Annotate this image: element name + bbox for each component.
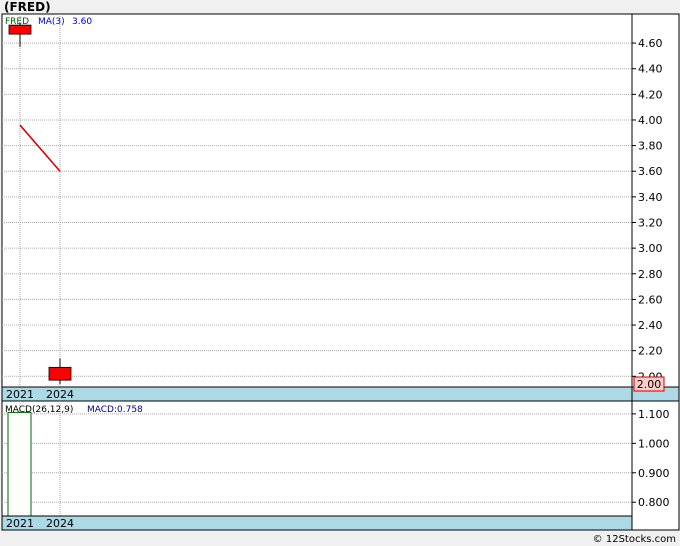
macd-plot-area: [1, 400, 633, 517]
price-tick-label: 2.80: [638, 268, 663, 281]
macd-panel: 1.100 1.000 0.900 0.800 MACD(26,12,9) MACD:0.…: [1, 400, 680, 531]
price-legend: FRED MA(3) 3.60: [5, 17, 92, 27]
macd-tick-label: 1.000: [638, 437, 670, 450]
macd-tick-label: 0.800: [638, 496, 670, 509]
macd-bar-2021: [7, 411, 32, 517]
price-tick-label: 4.60: [638, 37, 663, 50]
chart-canvas: 4.60 4.40 4.20 4.00 3.80 3.60 3.40 3.20 3.00 2.80…: [1, 13, 680, 531]
price-plot-area: [1, 13, 633, 388]
last-price-tag: 2.00: [633, 376, 665, 392]
price-tick-label: 4.20: [638, 88, 663, 101]
price-x-label: 2021: [6, 388, 34, 401]
macd-date-band: [1, 515, 633, 531]
macd-legend-value: MACD:0.758: [87, 405, 143, 415]
price-tick-label: 4.00: [638, 114, 663, 127]
price-tick-label: 3.00: [638, 242, 663, 255]
price-tick-label: 2.40: [638, 319, 663, 332]
price-tick-label: 3.60: [638, 165, 663, 178]
price-tick-label: 3.20: [638, 217, 663, 230]
price-date-band: [1, 386, 633, 402]
price-tick-label: 3.80: [638, 140, 663, 153]
price-tick-label: 3.40: [638, 191, 663, 204]
macd-tick-label: 1.100: [638, 408, 670, 421]
price-tick-label: 4.40: [638, 63, 663, 76]
macd-legend-label: MACD(26,12,9): [5, 405, 73, 415]
legend-ma-value: 3.60: [72, 17, 92, 27]
footer-credit: © 12Stocks.com: [592, 534, 676, 545]
legend-ma-label: MA(3): [38, 17, 65, 27]
price-tick-label: 2.60: [638, 293, 663, 306]
price-panel: 4.60 4.40 4.20 4.00 3.80 3.60 3.40 3.20 3.00 2.80…: [1, 13, 680, 402]
macd-tick-label: 0.900: [638, 467, 670, 480]
last-price-label: 2.00: [637, 378, 662, 391]
price-tick-label: 2.20: [638, 345, 663, 358]
macd-x-label: 2021: [6, 517, 34, 530]
price-x-label: 2024: [46, 388, 74, 401]
legend-ticker: FRED: [5, 17, 29, 27]
candle-body: [48, 366, 72, 381]
macd-x-label: 2024: [46, 517, 74, 530]
